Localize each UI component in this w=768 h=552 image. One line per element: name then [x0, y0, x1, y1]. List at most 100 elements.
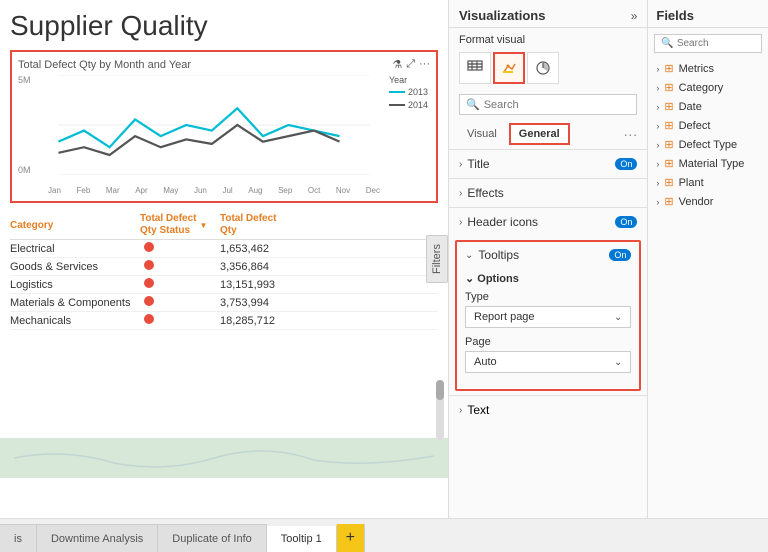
field-label: Material Type — [679, 158, 745, 170]
viz-icons-row — [449, 50, 647, 90]
x-axis-labels: Jan Feb Mar Apr May Jun Jul Aug Sep Oct … — [48, 186, 380, 195]
viz-analytics-icon[interactable] — [527, 52, 559, 84]
table-icon: ⊞ — [664, 119, 673, 132]
options-chevron: ⌄ — [465, 273, 474, 285]
tab-add-button[interactable]: + — [337, 524, 365, 552]
title-section-label: Title — [467, 157, 489, 171]
field-item-metrics[interactable]: › ⊞ Metrics — [648, 59, 768, 78]
fields-header: Fields — [648, 0, 768, 28]
field-item-defect[interactable]: › ⊞ Defect — [648, 116, 768, 135]
tab-tooltip-1[interactable]: Tooltip 1 — [267, 524, 337, 552]
viz-table-icon[interactable] — [459, 52, 491, 84]
visualizations-panel: Visualizations » Format visual — [449, 0, 648, 518]
col-category[interactable]: Category — [10, 213, 140, 237]
table-icon: ⊞ — [664, 157, 673, 170]
sort-icon: ▼ — [200, 221, 208, 230]
legend-2013: 2013 — [408, 87, 428, 97]
fields-search-input[interactable] — [677, 38, 768, 49]
page-value: Auto — [474, 356, 497, 368]
effects-chevron: › — [459, 188, 462, 199]
expand-icon: › — [656, 102, 659, 112]
table-row: Logistics 13,151,993 — [10, 276, 438, 294]
tooltips-toggle[interactable]: On — [609, 249, 631, 261]
chart-body: 5M 0M Year — [18, 75, 430, 195]
type-dropdown[interactable]: Report page ⌄ — [465, 306, 631, 328]
viz-search-input[interactable] — [484, 99, 631, 111]
expand-icon: › — [656, 121, 659, 131]
viz-format-icon[interactable] — [493, 52, 525, 84]
tab-more-icon[interactable]: ··· — [623, 126, 637, 142]
table-icon: ⊞ — [664, 176, 673, 189]
fields-panel: Fields 🔍 › ⊞ Metrics › ⊞ Category › — [648, 0, 768, 518]
viz-expand-icon[interactable]: » — [631, 9, 638, 23]
type-label: Type — [465, 291, 631, 303]
y-max-label: 5M — [18, 75, 46, 85]
filters-panel-tab[interactable]: Filters — [426, 235, 448, 283]
tab-visual[interactable]: Visual — [459, 125, 505, 143]
text-section-header[interactable]: › Text — [449, 396, 647, 424]
chart-container: Total Defect Qty by Month and Year ⚗ ⤢ ·… — [10, 50, 438, 203]
tooltips-chevron: ⌄ — [465, 250, 473, 261]
table-row: Materials & Components 3,753,994 — [10, 294, 438, 312]
tab-general[interactable]: General — [509, 123, 570, 145]
field-item-category[interactable]: › ⊞ Category — [648, 78, 768, 97]
effects-section: › Effects — [449, 178, 647, 207]
expand-icon: › — [656, 140, 659, 150]
expand-icon: › — [656, 197, 659, 207]
tab-duplicate-of-info[interactable]: Duplicate of Info — [158, 524, 267, 552]
title-toggle[interactable]: On — [615, 158, 637, 170]
options-expand-label[interactable]: ⌄ Options — [465, 272, 631, 285]
table-row: Mechanicals 18,285,712 — [10, 312, 438, 330]
page-row: Page Auto ⌄ — [465, 336, 631, 373]
chart-legend: Year 2013 2014 — [389, 75, 428, 113]
page-dropdown[interactable]: Auto ⌄ — [465, 351, 631, 373]
field-item-date[interactable]: › ⊞ Date — [648, 97, 768, 116]
expand-icon[interactable]: ⤢ — [406, 58, 415, 71]
type-dropdown-arrow: ⌄ — [614, 312, 622, 323]
more-icon[interactable]: ··· — [419, 58, 430, 71]
field-label: Category — [679, 82, 724, 94]
scroll-indicator[interactable] — [436, 380, 444, 440]
tab-is[interactable]: is — [0, 524, 37, 552]
tab-downtime-analysis[interactable]: Downtime Analysis — [37, 524, 158, 552]
fields-search-box[interactable]: 🔍 — [654, 34, 762, 53]
expand-icon: › — [656, 64, 659, 74]
right-panels: Visualizations » Format visual — [448, 0, 768, 518]
fields-search-icon: 🔍 — [661, 38, 673, 49]
title-section: › Title On — [449, 149, 647, 178]
scroll-thumb — [436, 380, 444, 400]
field-item-defect-type[interactable]: › ⊞ Defect Type — [648, 135, 768, 154]
table-row: Goods & Services 3,356,864 — [10, 258, 438, 276]
y-axis-labels: 5M 0M — [18, 75, 46, 175]
header-icons-toggle[interactable]: On — [615, 216, 637, 228]
table-icon: ⊞ — [664, 100, 673, 113]
viz-tabs: Visual General ··· — [449, 119, 647, 149]
filter-icon[interactable]: ⚗ — [392, 58, 402, 71]
tab-bar: is Downtime Analysis Duplicate of Info T… — [0, 518, 768, 552]
col-qty[interactable]: Total DefectQty — [220, 213, 320, 237]
table-header: Category Total DefectQty Status ▼ Total … — [10, 213, 438, 240]
field-item-vendor[interactable]: › ⊞ Vendor — [648, 192, 768, 211]
header-icons-section-header[interactable]: › Header icons On — [449, 208, 647, 236]
effects-section-label: Effects — [467, 186, 503, 200]
text-section-label: Text — [467, 403, 489, 417]
field-item-plant[interactable]: › ⊞ Plant — [648, 173, 768, 192]
col-status[interactable]: Total DefectQty Status ▼ — [140, 213, 220, 237]
viz-search-box[interactable]: 🔍 — [459, 94, 637, 115]
tooltips-body: ⌄ Options Type Report page ⌄ Page Auto — [457, 268, 639, 389]
filters-label[interactable]: Filters — [426, 235, 448, 283]
title-section-header[interactable]: › Title On — [449, 150, 647, 178]
header-icons-section-label: Header icons — [467, 215, 538, 229]
table-icon: ⊞ — [664, 138, 673, 151]
tooltips-header[interactable]: ⌄ Tooltips On — [457, 242, 639, 268]
data-table: Category Total DefectQty Status ▼ Total … — [10, 213, 438, 330]
field-item-material-type[interactable]: › ⊞ Material Type — [648, 154, 768, 173]
field-label: Defect Type — [679, 139, 738, 151]
expand-icon: › — [656, 83, 659, 93]
viz-panel-header: Visualizations » — [449, 0, 647, 28]
field-label: Date — [679, 101, 702, 113]
legend-2014: 2014 — [408, 100, 428, 110]
type-row: Type Report page ⌄ — [465, 291, 631, 328]
header-icons-chevron: › — [459, 217, 462, 228]
effects-section-header[interactable]: › Effects — [449, 179, 647, 207]
